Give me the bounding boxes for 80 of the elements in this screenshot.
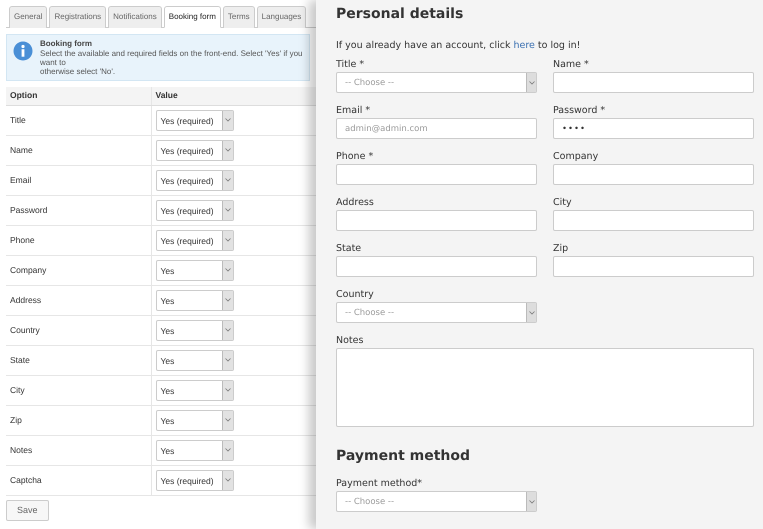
field-label: Phone * — [336, 150, 374, 164]
input-field[interactable] — [336, 210, 537, 231]
chevron-icon — [224, 358, 230, 362]
tab[interactable]: Notifications — [108, 6, 162, 28]
chevron-icon — [224, 268, 230, 272]
textarea-field[interactable] — [336, 348, 754, 427]
input-field[interactable] — [553, 72, 754, 93]
login-link[interactable]: here — [513, 40, 535, 51]
intro-text: If you already have an account, click here to log in! — [336, 39, 582, 53]
chevron-icon — [224, 328, 230, 332]
table-cell: Captcha — [6, 465, 151, 495]
table-cell: City — [6, 375, 151, 405]
chevron-icon — [224, 148, 230, 152]
column-header: Value — [151, 87, 316, 105]
input-field[interactable] — [553, 210, 754, 231]
field-label: Address — [336, 196, 375, 210]
dropdown[interactable]: Yes (required) — [156, 470, 234, 490]
chevron-icon — [224, 418, 230, 422]
field-label: Password * — [553, 104, 606, 118]
dropdown[interactable]: Yes (required) — [156, 110, 234, 130]
chevron-icon — [528, 80, 534, 84]
dropdown[interactable]: Yes — [156, 290, 234, 310]
field-label: Payment method* — [336, 477, 424, 491]
chevron-icon — [528, 310, 534, 314]
chevron-icon — [224, 238, 230, 242]
field-label: Email * — [336, 104, 372, 118]
field-label: City — [553, 196, 573, 210]
chevron-icon — [224, 118, 230, 122]
tab[interactable]: Registrations — [49, 6, 106, 28]
field-label: State — [336, 242, 362, 256]
column-header: Option — [6, 87, 151, 105]
chevron-icon — [224, 388, 230, 392]
password-field[interactable]: •••• — [553, 118, 754, 139]
chevron-icon — [528, 500, 534, 504]
dropdown[interactable]: Yes — [156, 260, 234, 280]
info-icon — [13, 41, 33, 61]
table-cell: Address — [6, 285, 151, 315]
input-field[interactable] — [336, 164, 537, 185]
table-cell: Zip — [6, 405, 151, 435]
table-cell: Title — [6, 105, 151, 135]
table-cell: Name — [6, 135, 151, 165]
section-heading: Payment method — [336, 448, 472, 466]
save-button[interactable]: Save — [6, 500, 49, 521]
dropdown[interactable]: Yes — [156, 380, 234, 400]
tab[interactable]: Languages — [256, 6, 306, 28]
chevron-icon — [224, 208, 230, 212]
table-cell: Company — [6, 255, 151, 285]
input-field[interactable] — [336, 256, 537, 277]
input-field[interactable] — [553, 256, 754, 277]
table-cell: State — [6, 345, 151, 375]
table-cell: Notes — [6, 435, 151, 465]
table-cell: Phone — [6, 225, 151, 255]
chevron-icon — [224, 178, 230, 182]
chevron-icon — [224, 478, 230, 482]
dropdown[interactable]: Yes — [156, 320, 234, 340]
input-field[interactable] — [553, 164, 754, 185]
dropdown[interactable]: Yes (required) — [156, 140, 234, 160]
tab[interactable]: Terms — [222, 6, 255, 28]
alert-title: Booking form — [40, 39, 93, 49]
field-label: Title * — [336, 58, 366, 72]
dropdown[interactable]: Yes — [156, 410, 234, 430]
alert-text: otherwise select 'No'. — [40, 67, 116, 76]
field-label: Zip — [553, 242, 570, 256]
field-label: Notes — [336, 334, 364, 348]
dropdown[interactable]: Yes (required) — [156, 170, 234, 190]
dropdown[interactable]: Yes (required) — [156, 230, 234, 250]
table-cell: Country — [6, 315, 151, 345]
table-cell: Password — [6, 195, 151, 225]
field-label: Name * — [553, 58, 590, 72]
table-cell: Email — [6, 165, 151, 195]
section-heading: Personal details — [336, 6, 464, 24]
chevron-icon — [224, 448, 230, 452]
field-label: Country — [336, 288, 375, 302]
dropdown[interactable]: Yes — [156, 440, 234, 460]
dropdown[interactable]: Yes — [156, 350, 234, 370]
dropdown[interactable]: Yes (required) — [156, 200, 234, 220]
tab[interactable]: General — [9, 6, 48, 28]
tab[interactable]: Booking form — [164, 6, 221, 28]
chevron-icon — [224, 298, 230, 302]
field-label: Company — [553, 150, 600, 164]
